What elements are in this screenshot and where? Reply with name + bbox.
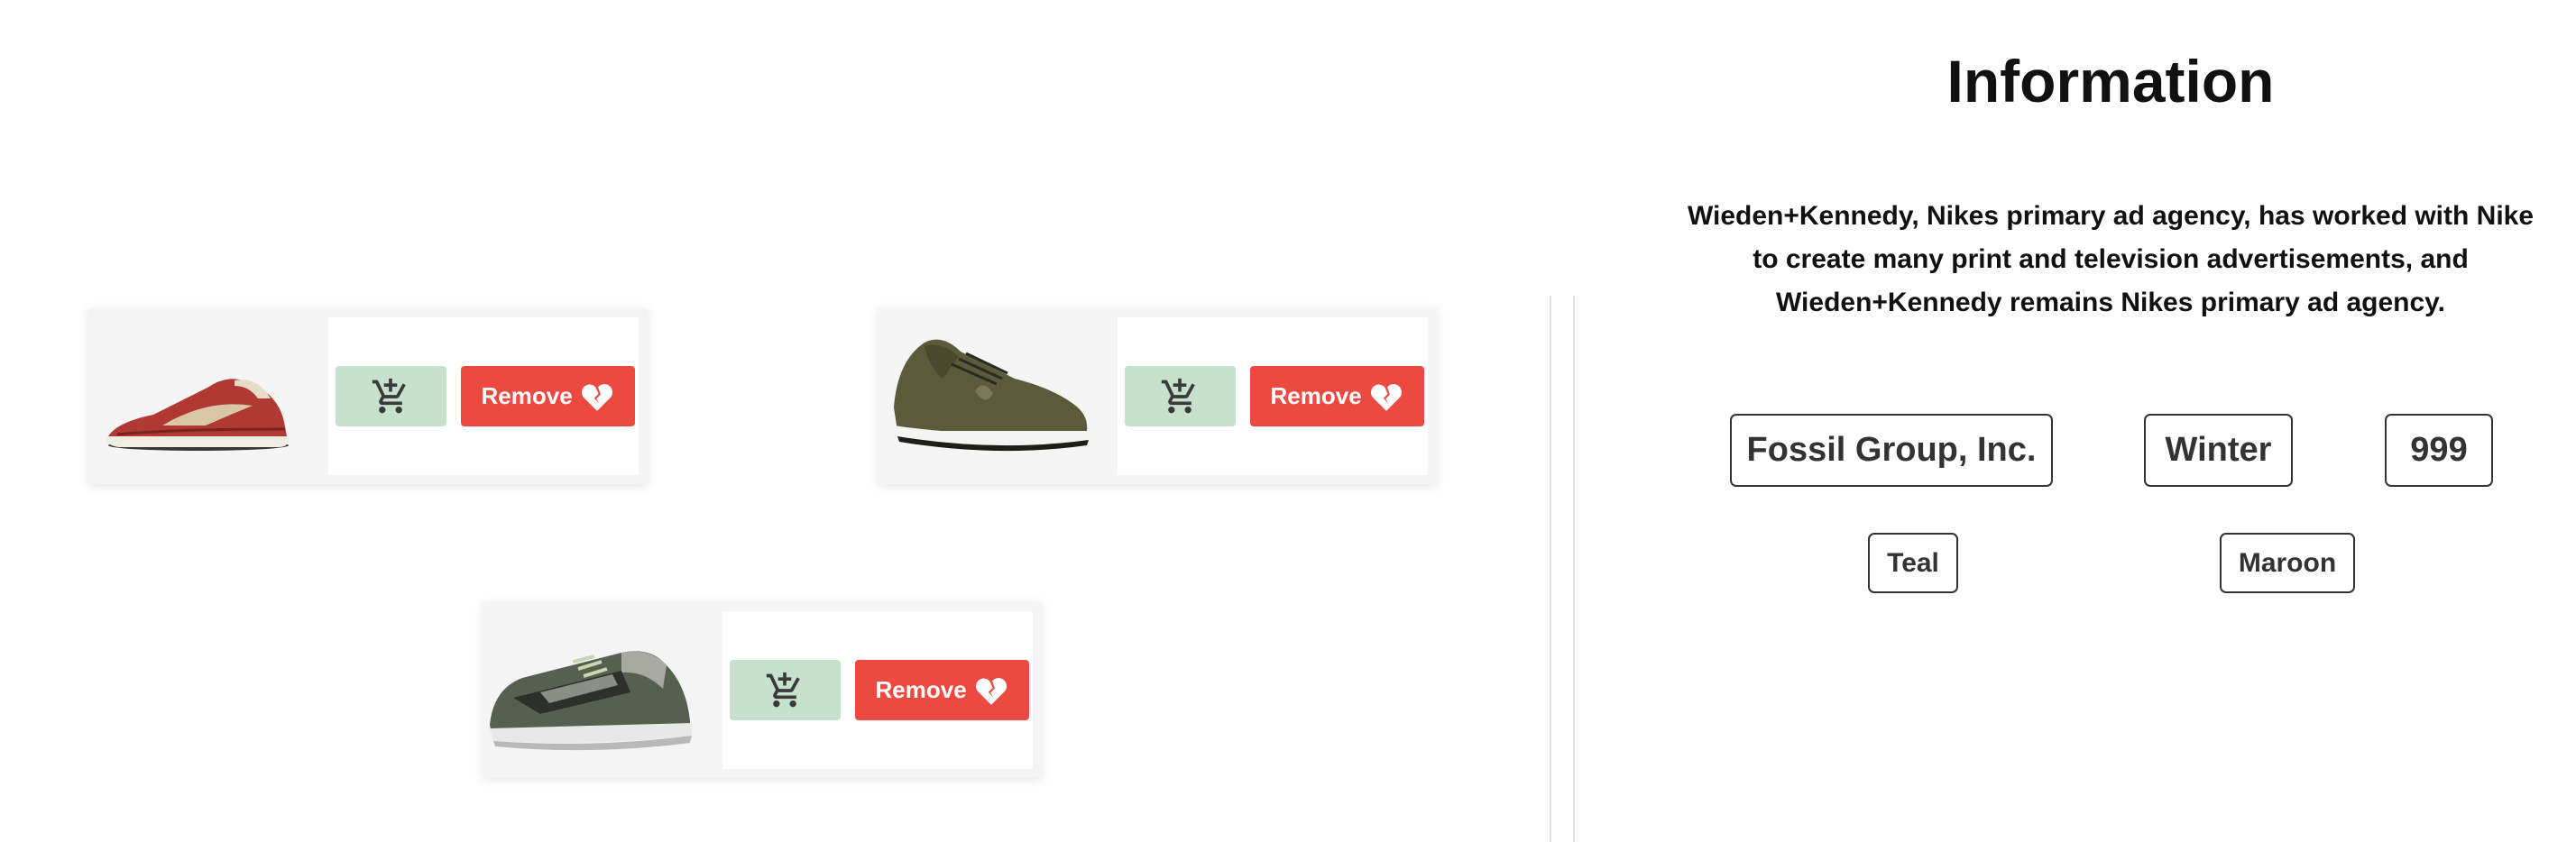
info-description: Wieden+Kennedy, Nikes primary ad agency,… [1687, 201, 2535, 317]
product-card: Remove [88, 308, 648, 484]
product-actions: Remove [327, 317, 639, 475]
product-image[interactable] [88, 308, 328, 484]
product-actions: Remove [722, 611, 1033, 769]
product-image[interactable] [483, 602, 722, 778]
color-tag: Teal [1868, 533, 1958, 593]
remove-label: Remove [1270, 382, 1362, 409]
remove-label: Remove [875, 676, 967, 703]
remove-button[interactable]: Remove [1249, 366, 1424, 426]
grey-green-trainer-icon [490, 651, 692, 751]
product-actions: Remove [1117, 317, 1428, 475]
broken-heart-icon [1370, 383, 1402, 411]
remove-label: Remove [481, 382, 573, 409]
product-card: Remove [483, 602, 1042, 778]
panel-divider [1550, 296, 1575, 842]
price-tag: 999 [2385, 414, 2493, 487]
remove-button[interactable]: Remove [460, 366, 635, 426]
color-tag: Maroon [2220, 533, 2355, 593]
product-image[interactable] [878, 308, 1118, 484]
olive-sneaker-icon [894, 339, 1089, 452]
season-tag: Winter [2144, 414, 2293, 487]
add-to-cart-icon [372, 378, 406, 413]
brand-tag: Fossil Group, Inc. [1730, 414, 2053, 487]
info-title: Information [1946, 48, 2275, 114]
add-to-cart-button[interactable] [335, 366, 446, 426]
add-to-cart-button[interactable] [729, 660, 841, 720]
add-to-cart-button[interactable] [1124, 366, 1236, 426]
add-to-cart-icon [1161, 378, 1195, 413]
remove-button[interactable]: Remove [854, 660, 1029, 720]
product-card: Remove [878, 308, 1437, 484]
red-running-shoe-icon [106, 379, 290, 451]
broken-heart-icon [581, 383, 612, 411]
add-to-cart-icon [766, 672, 800, 707]
broken-heart-icon [975, 677, 1007, 705]
